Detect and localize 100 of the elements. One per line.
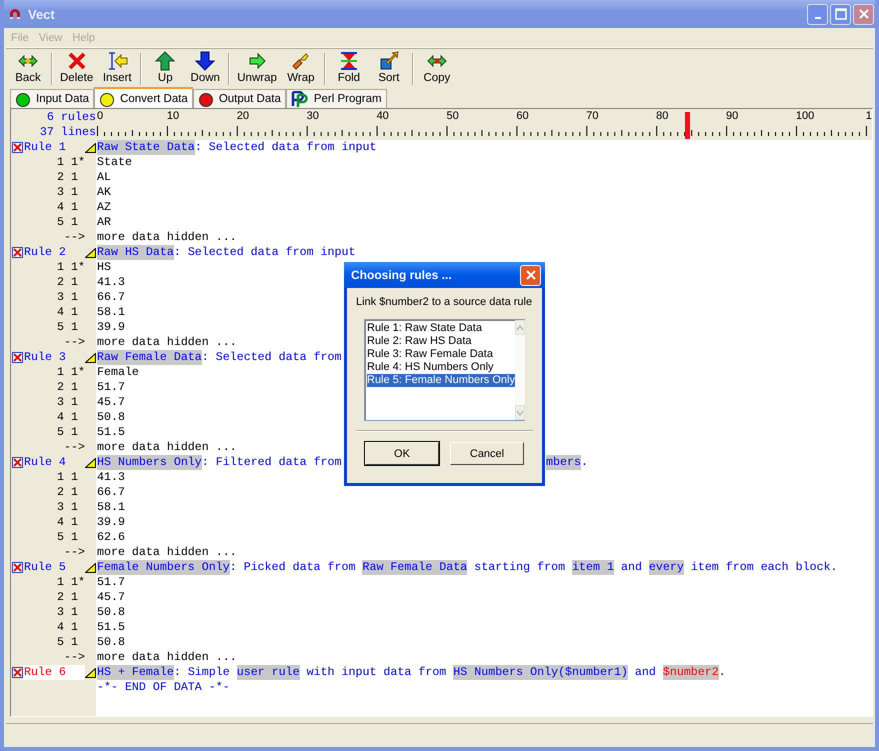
close-button[interactable]	[853, 4, 874, 24]
row-number: 4	[57, 410, 64, 425]
tab[interactable]: Convert Data	[94, 87, 193, 108]
data-value: 39.9	[97, 320, 125, 335]
toolbar-button[interactable]: Up	[145, 51, 186, 87]
delete-rule-icon[interactable]	[12, 457, 23, 468]
rule-label[interactable]: Rule 4	[23, 455, 85, 470]
sort-icon	[378, 51, 400, 71]
data-value: AZ	[97, 200, 111, 215]
triangle-icon[interactable]	[85, 143, 96, 153]
delete-rule-icon[interactable]	[12, 142, 23, 153]
row-number: 2	[57, 485, 64, 500]
row-number: 5	[57, 530, 64, 545]
tab[interactable]: Output Data	[192, 89, 286, 108]
row-number: 5	[57, 320, 64, 335]
toolbar-button[interactable]: Down	[185, 51, 226, 87]
row-number: 5	[57, 215, 64, 230]
ruler-label: 30	[306, 109, 320, 124]
data-value: 50.8	[97, 605, 125, 620]
ok-button[interactable]: OK	[365, 442, 439, 465]
arrow-marker: -->	[64, 230, 85, 245]
toolbar-button[interactable]: Wrap	[280, 51, 321, 87]
row-number: 2	[57, 590, 64, 605]
row-count: 1	[71, 215, 78, 230]
rule-list[interactable]: Rule 1: Raw State Data Rule 2: Raw HS Data Rule 3: Raw Female Data Rule 4: HS Numbers Only Rule 5: Female Numbers Only	[364, 319, 525, 421]
rule-label[interactable]: Rule 1	[23, 140, 85, 155]
hidden-data-note[interactable]: more data hidden ...	[97, 650, 237, 665]
ruler-label: 80	[656, 109, 670, 124]
row-number: 4	[57, 200, 64, 215]
toolbar-button[interactable]: Unwrap	[233, 51, 281, 87]
triangle-icon[interactable]	[85, 668, 96, 678]
rule-description-part: Raw HS Data	[97, 245, 174, 260]
rule-label[interactable]: Rule 5	[23, 560, 85, 575]
row-count: 1	[71, 290, 78, 305]
rule-description-part: and	[620, 560, 643, 575]
minimize-button[interactable]	[807, 4, 828, 24]
data-value: 66.7	[97, 485, 125, 500]
toolbar-button[interactable]: Fold	[328, 51, 369, 87]
rule-description-part: item 1	[572, 560, 614, 575]
hidden-data-note[interactable]: more data hidden ...	[97, 440, 237, 455]
row-number: 4	[57, 515, 64, 530]
toolbar-button[interactable]: Delete	[56, 51, 98, 87]
row-number: 3	[57, 290, 64, 305]
row-number: 1	[57, 260, 64, 275]
column-marker[interactable]	[685, 112, 690, 139]
minimize-icon	[814, 17, 820, 19]
hidden-data-note[interactable]: more data hidden ...	[97, 335, 237, 350]
data-value: 51.5	[97, 425, 125, 440]
data-value: 41.3	[97, 470, 125, 485]
toolbar-button[interactable]: Sort	[368, 51, 409, 87]
toolbar-button[interactable]: Copy	[416, 51, 457, 87]
rule-label[interactable]: Rule 2	[23, 245, 85, 260]
rule-count: 6 rules	[46, 110, 96, 125]
delete-rule-icon[interactable]	[12, 562, 23, 573]
row-count: 1*	[71, 575, 85, 590]
triangle-icon[interactable]	[85, 563, 96, 573]
cancel-button[interactable]: Cancel	[450, 442, 524, 465]
toolbar-button[interactable]: Back	[8, 51, 48, 87]
data-value: HS	[97, 260, 111, 275]
list-item[interactable]: Rule 4: HS Numbers Only	[367, 361, 515, 374]
rule-label[interactable]: Rule 3	[23, 350, 85, 365]
row-number: 3	[57, 605, 64, 620]
data-value: 45.7	[97, 590, 125, 605]
end-marker: -*- END OF DATA -*-	[97, 680, 230, 695]
maximize-button[interactable]	[830, 4, 851, 24]
line-count: 37 lines	[40, 125, 96, 140]
row-count: 1	[71, 170, 78, 185]
ruler-label: 50	[446, 109, 460, 124]
hidden-data-note[interactable]: more data hidden ...	[97, 545, 237, 560]
row-count: 1	[71, 320, 78, 335]
list-item[interactable]: Rule 2: Raw HS Data	[367, 335, 515, 348]
data-value: 39.9	[97, 515, 125, 530]
data-value: AR	[97, 215, 111, 230]
triangle-icon[interactable]	[85, 353, 96, 363]
rule-description-part: HS Numbers Only($number1)	[453, 665, 628, 680]
tab[interactable]: Input Data	[10, 89, 94, 108]
delete-rule-icon[interactable]	[12, 247, 23, 258]
rule-description-part: HS Numbers Only	[97, 455, 202, 470]
list-item[interactable]: Rule 5: Female Numbers Only	[367, 374, 515, 387]
row-count: 1	[71, 485, 78, 500]
triangle-icon[interactable]	[85, 248, 96, 258]
ruler-label: 90	[726, 109, 740, 124]
ruler-label: 1	[866, 109, 872, 124]
arrow-marker: -->	[64, 440, 85, 455]
delete-rule-icon[interactable]	[12, 667, 23, 678]
delete-rule-icon[interactable]	[12, 352, 23, 363]
toolbar-button[interactable]: Insert	[97, 51, 138, 87]
triangle-icon[interactable]	[85, 458, 96, 468]
rule-label[interactable]: Rule 6	[23, 665, 85, 680]
data-value: 50.8	[97, 635, 125, 650]
list-item[interactable]: Rule 3: Raw Female Data	[367, 348, 515, 361]
list-item[interactable]: Rule 1: Raw State Data	[367, 322, 515, 335]
maximize-icon	[834, 8, 846, 20]
dialog-prompt: Link $number2 to a source data rule	[356, 296, 533, 308]
hidden-data-note[interactable]: more data hidden ...	[97, 230, 237, 245]
rule-description-part: Raw Female Data	[97, 350, 202, 365]
ruler-label: 0	[97, 109, 104, 124]
ruler-label: 70	[586, 109, 600, 124]
tab[interactable]: Perl Program	[286, 89, 387, 108]
scroll-bar[interactable]	[514, 320, 525, 420]
